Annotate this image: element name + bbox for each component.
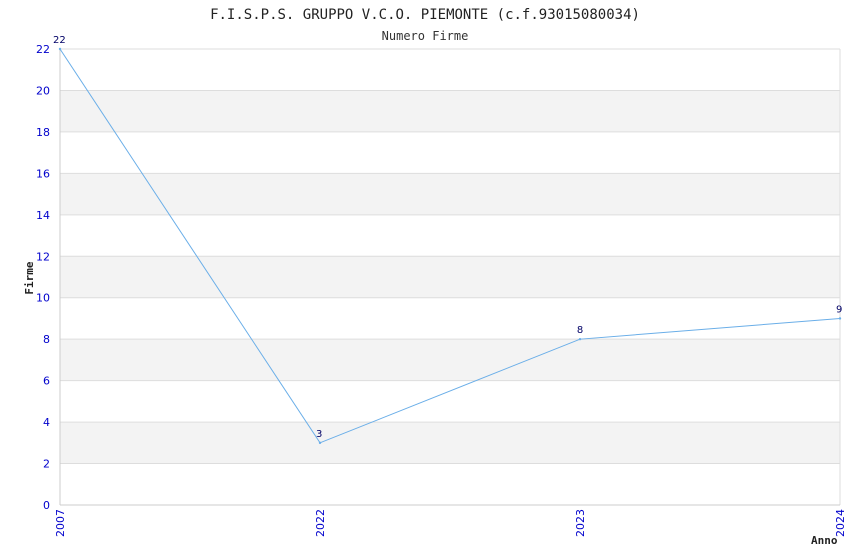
y-axis-label: Firme — [23, 261, 36, 294]
chart-title: F.I.S.P.S. GRUPPO V.C.O. PIEMONTE (c.f.9… — [210, 7, 640, 23]
data-label: 3 — [316, 429, 322, 440]
data-point — [838, 317, 842, 320]
grid-bands — [60, 90, 840, 464]
y-tick-label: 4 — [43, 416, 50, 429]
y-tick-label: 18 — [36, 126, 50, 139]
y-tick-label: 12 — [36, 250, 50, 263]
x-tick-label: 2007 — [54, 509, 67, 537]
y-tick-label: 10 — [36, 292, 50, 305]
y-tick-label: 16 — [36, 167, 50, 180]
data-label: 22 — [53, 35, 66, 46]
data-point — [58, 47, 62, 51]
grid-band — [60, 173, 840, 215]
x-tick-labels: 2007 2022 2023 2024 — [54, 509, 847, 537]
y-tick-label: 8 — [43, 333, 50, 346]
x-axis-label: Anno — [811, 534, 838, 547]
y-tick-label: 20 — [36, 84, 50, 97]
y-tick-label: 14 — [36, 209, 50, 222]
data-point — [578, 337, 582, 341]
y-tick-label: 6 — [43, 375, 50, 388]
grid-band — [60, 256, 840, 298]
y-tick-labels: 0 2 4 6 8 10 12 14 16 18 20 22 — [36, 43, 50, 512]
y-tick-label: 2 — [43, 458, 50, 471]
data-point — [318, 441, 322, 445]
data-label: 8 — [577, 325, 583, 336]
grid-band — [60, 422, 840, 464]
x-tick-label: 2024 — [834, 509, 847, 537]
x-tick-label: 2023 — [574, 509, 587, 537]
x-tick-label: 2022 — [314, 509, 327, 537]
grid-band — [60, 339, 840, 381]
y-tick-label: 22 — [36, 43, 50, 56]
data-label: 9 — [836, 304, 842, 315]
grid-band — [60, 90, 840, 132]
y-tick-label: 0 — [43, 499, 50, 512]
line-chart: 0246810121416182022 2007 2022 2023 2024 223… — [23, 7, 847, 547]
chart-subtitle: Numero Firme — [382, 29, 469, 43]
